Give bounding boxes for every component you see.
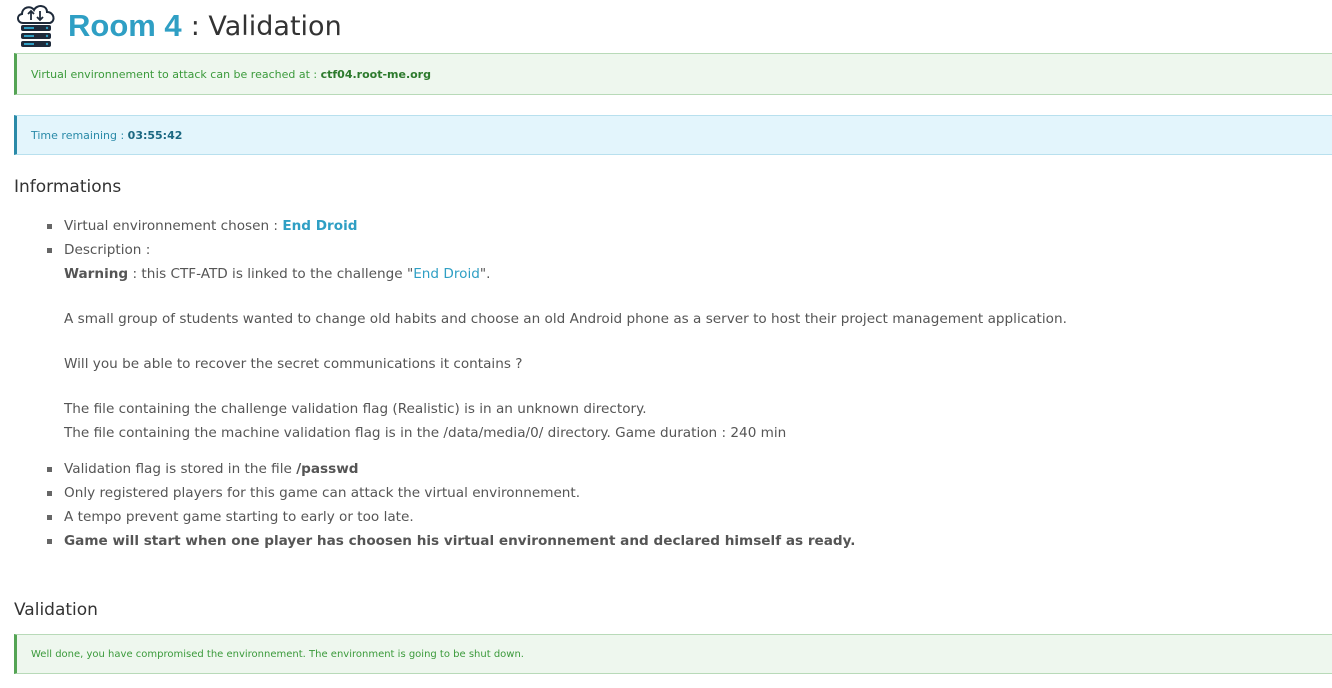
cloud-server-icon (17, 5, 55, 47)
validation-message: Well done, you have compromised the envi… (31, 648, 524, 660)
environment-host: ctf04.root-me.org (320, 67, 431, 81)
validation-heading: Validation (14, 600, 98, 620)
environment-alert: Virtual environnement to attack can be r… (14, 53, 1332, 95)
warning-label: Warning (64, 266, 129, 282)
page-title: Room 4 : Validation (14, 0, 342, 52)
description-para-2: Will you be able to recover the secret c… (64, 356, 523, 372)
description-para-3-line-1: The file containing the challenge valida… (64, 401, 647, 417)
list-item-start: Game will start when one player has choo… (44, 529, 1314, 553)
description-para-3-line-2: The file containing the machine validati… (64, 425, 787, 441)
flag-file: /passwd (296, 461, 359, 477)
env-chosen-link[interactable]: End Droid (282, 218, 357, 234)
room-link[interactable]: Room 4 (68, 8, 182, 44)
page-subtitle: : Validation (190, 10, 342, 42)
list-item-registered: Only registered players for this game ca… (44, 481, 1314, 505)
warning-text-after: ". (479, 266, 491, 282)
time-alert: Time remaining : 03:55:42 (14, 115, 1332, 155)
list-item-description: Description : Warning : this CTF-ATD is … (44, 238, 1314, 457)
challenge-link[interactable]: End Droid (413, 266, 480, 282)
description-para-1: A small group of students wanted to chan… (64, 311, 1067, 327)
warning-line: Warning : this CTF-ATD is linked to the … (64, 262, 1314, 286)
validation-alert: Well done, you have compromised the envi… (14, 634, 1332, 674)
list-item-flag: Validation flag is stored in the file /p… (44, 457, 1314, 481)
time-alert-text: Time remaining : (31, 128, 125, 142)
informations-heading: Informations (14, 177, 122, 197)
environment-alert-text: Virtual environnement to attack can be r… (31, 67, 318, 81)
description-label: Description : (64, 242, 151, 258)
list-item-env-chosen: Virtual environnement chosen : End Droid (44, 214, 1314, 238)
informations-list: Virtual environnement chosen : End Droid… (44, 214, 1314, 553)
list-item-tempo: A tempo prevent game starting to early o… (44, 505, 1314, 529)
warning-text-before: : this CTF-ATD is linked to the challeng… (132, 266, 414, 282)
time-remaining-value: 03:55:42 (127, 128, 183, 142)
